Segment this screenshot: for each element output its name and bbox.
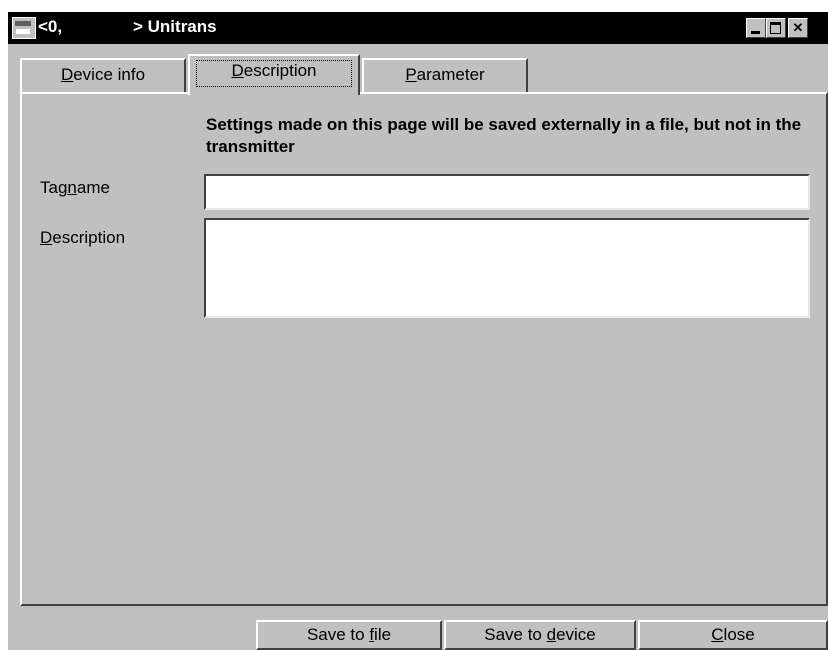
- close-window-button[interactable]: ✕: [788, 18, 808, 38]
- title-bar[interactable]: <0, > Unitrans ✕: [8, 12, 828, 44]
- close-icon: ✕: [792, 20, 804, 35]
- app-window-icon[interactable]: [12, 17, 36, 39]
- window-title-right: > Unitrans: [133, 17, 217, 36]
- maximize-button[interactable]: [766, 18, 786, 38]
- info-message: Settings made on this page will be saved…: [206, 115, 802, 156]
- tagname-label: Tagname: [40, 178, 110, 197]
- tagname-input[interactable]: [204, 174, 810, 210]
- maximize-icon: [770, 22, 781, 34]
- save-to-file-button[interactable]: Save to file: [256, 620, 442, 650]
- tab-focus-rectangle: [196, 60, 352, 87]
- minimize-button[interactable]: [746, 18, 766, 38]
- tab-parameter-label: Parameter: [405, 65, 485, 84]
- tab-description[interactable]: Description: [188, 54, 360, 95]
- window-title-left: <0,: [38, 17, 63, 36]
- tab-device-info[interactable]: Device info: [20, 58, 186, 92]
- save-to-device-button[interactable]: Save to device: [444, 620, 636, 650]
- close-button[interactable]: Close: [638, 620, 828, 650]
- main-window: <0, > Unitrans ✕ Device info Description…: [8, 12, 828, 650]
- minimize-icon: [751, 31, 760, 34]
- description-label: Description: [40, 228, 126, 247]
- description-tab-panel: Settings made on this page will be saved…: [20, 92, 828, 606]
- tab-device-info-label: Device info: [60, 65, 146, 84]
- description-textarea[interactable]: [204, 218, 810, 318]
- tab-parameter[interactable]: Parameter: [362, 58, 528, 92]
